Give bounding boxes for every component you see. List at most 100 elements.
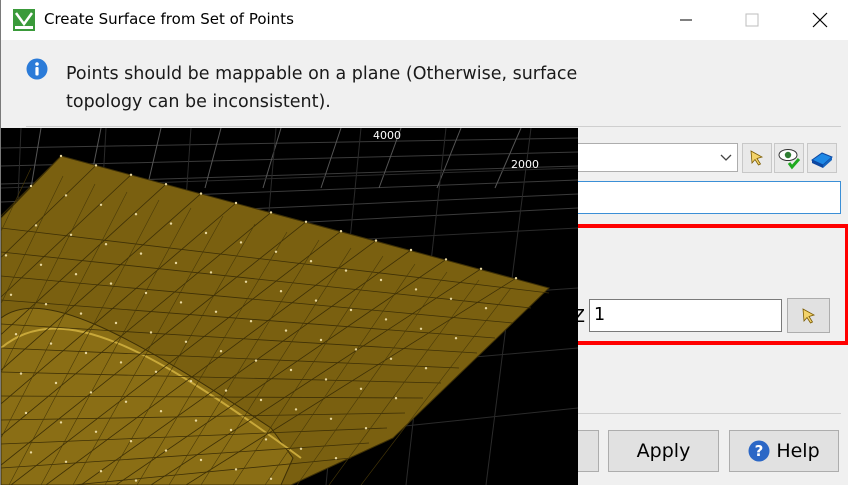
vertex-point: [94, 164, 98, 167]
vertex-point: [64, 460, 68, 463]
vertex-point: [59, 154, 63, 158]
points-combobox[interactable]: [561, 143, 738, 172]
maximize-button[interactable]: [723, 0, 781, 40]
vertex-point: [144, 291, 148, 295]
pick-z-button[interactable]: [787, 298, 830, 333]
apply-button[interactable]: Apply: [608, 430, 719, 472]
grid-line: [1, 137, 578, 149]
vertex-point: [174, 261, 178, 265]
vertex-point: [444, 258, 448, 261]
vertex-point: [19, 372, 23, 375]
vertex-point: [214, 310, 218, 313]
separator: [26, 126, 841, 127]
vertex-point: [14, 333, 18, 336]
grid-line: [204, 128, 222, 189]
vertex-point: [89, 391, 93, 394]
vertex-point: [414, 288, 418, 291]
vertex-point: [234, 201, 238, 205]
vertex-point: [389, 357, 393, 360]
vertex-point: [139, 252, 143, 255]
title-bar: Create Surface from Set of Points: [1, 0, 848, 40]
vertex-point: [39, 263, 43, 266]
vertex-point: [384, 318, 388, 321]
tick-label: 2000: [511, 158, 539, 171]
vertex-point: [79, 312, 83, 315]
chevron-down-icon: [720, 154, 732, 161]
vertex-point: [329, 417, 333, 420]
vertex-point: [119, 361, 123, 364]
vertex-point: [274, 250, 278, 253]
vertex-point: [134, 213, 138, 216]
vertex-point: [99, 203, 103, 206]
vertex-point: [4, 254, 8, 257]
vertex-point: [259, 398, 263, 402]
vertex-point: [54, 381, 58, 385]
vertex-point: [344, 269, 348, 272]
vertex-point: [184, 340, 188, 343]
cursor-arrow-icon: [802, 307, 815, 324]
vertex-point: [154, 370, 158, 373]
vertex-point: [64, 194, 68, 197]
vertex-point: [514, 277, 518, 280]
help-label: Help: [776, 440, 820, 462]
vertex-point: [349, 308, 353, 312]
vertex-point: [149, 331, 153, 334]
vertex-point: [224, 389, 228, 392]
vertex-point: [289, 368, 293, 372]
vertex-point: [314, 299, 318, 302]
surface-icon: [810, 152, 833, 168]
vertex-point: [124, 400, 128, 403]
toggle-visibility-button[interactable]: [774, 143, 804, 173]
vertex-point: [194, 419, 198, 422]
minimize-button[interactable]: [657, 0, 715, 40]
surface-object-button[interactable]: [807, 143, 837, 173]
vertex-point: [69, 233, 73, 236]
vertex-point: [9, 293, 13, 296]
vertex-point: [364, 427, 368, 430]
select-in-view-button[interactable]: [742, 143, 772, 173]
minimize-icon: [680, 19, 692, 21]
eye-check-icon: [778, 149, 801, 170]
3d-viewport[interactable]: 4000 2000: [1, 128, 578, 485]
vertex-point: [199, 192, 203, 195]
vertex-point: [324, 378, 328, 381]
surface-render: 4000 2000: [1, 128, 578, 485]
close-button[interactable]: [791, 0, 848, 40]
vertex-point: [204, 231, 208, 235]
vertex-point: [269, 477, 273, 480]
vertex-point: [199, 458, 203, 462]
vertex-point: [454, 337, 458, 340]
vertex-point: [59, 421, 63, 424]
vertex-point: [299, 447, 303, 450]
vertex-point: [34, 224, 38, 227]
info-icon: [26, 58, 48, 80]
vertex-point: [374, 239, 378, 242]
vertex-point: [74, 273, 78, 276]
vertex-point: [294, 408, 298, 411]
help-icon: ?: [748, 440, 770, 462]
maximize-icon: [745, 13, 759, 27]
vertex-point: [419, 327, 423, 330]
footer-separator: [561, 413, 841, 414]
vertex-point: [394, 397, 398, 400]
vertex-point: [334, 457, 338, 460]
vertex-point: [264, 438, 268, 441]
vertex-point: [164, 183, 168, 186]
vertex-point: [284, 329, 288, 332]
help-button[interactable]: ? Help: [729, 430, 839, 472]
vertex-point: [29, 451, 33, 454]
surface-name-input[interactable]: [561, 181, 841, 214]
vertex-point: [379, 278, 383, 282]
vertex-point: [254, 359, 258, 362]
vertex-point: [424, 367, 428, 370]
vertex-point: [269, 211, 273, 214]
vertex-point: [229, 428, 233, 432]
vertex-point: [484, 307, 488, 310]
vertex-point: [409, 248, 413, 252]
vertex-point: [84, 351, 88, 355]
info-message: Points should be mappable on a plane (Ot…: [66, 64, 578, 112]
vertex-point: [159, 410, 163, 413]
z-value-input[interactable]: 1: [589, 299, 782, 332]
vertex-point: [239, 241, 243, 244]
cursor-arrow-icon: [750, 150, 764, 166]
